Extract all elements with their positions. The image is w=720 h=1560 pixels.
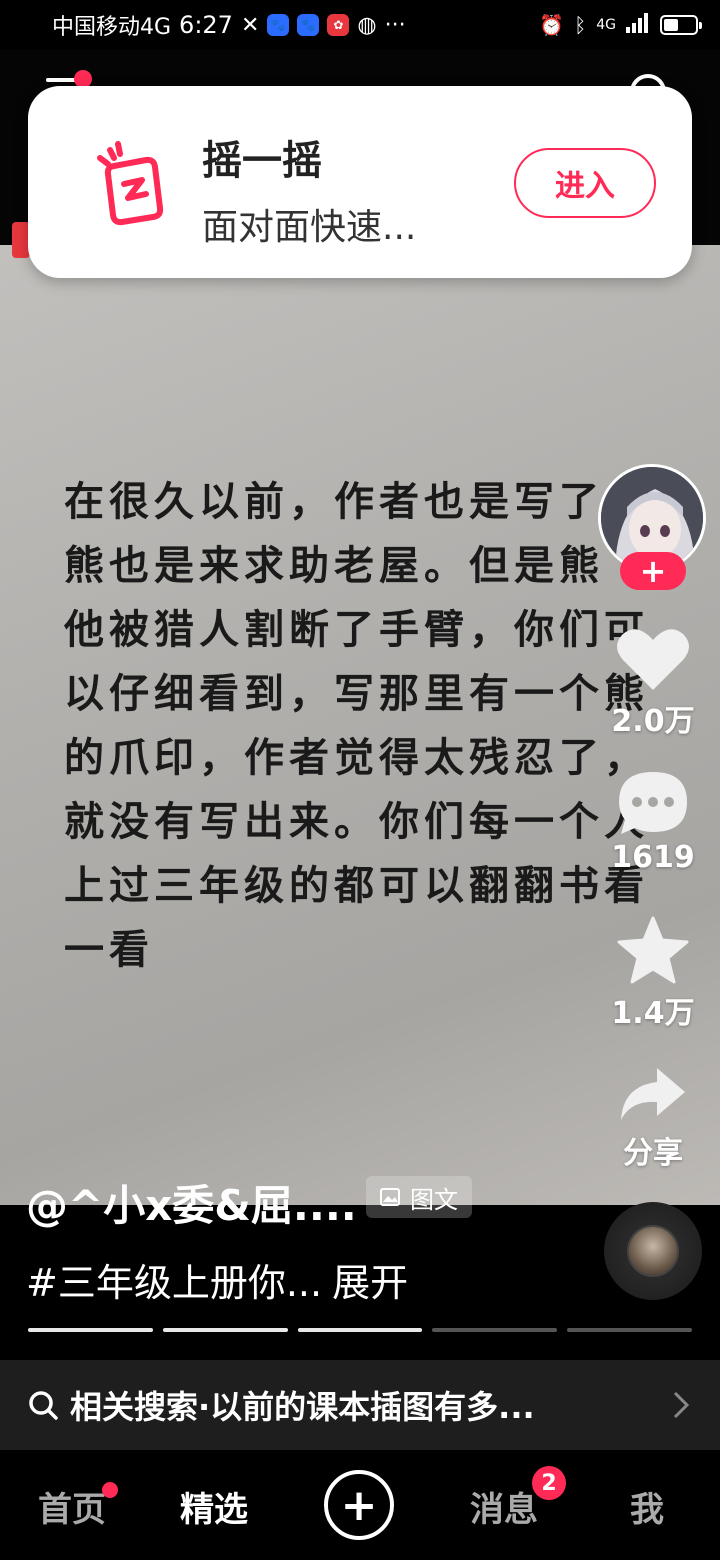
shake-banner[interactable]: 摇一摇 面对面快速... 进入 — [28, 86, 692, 278]
banner-subtitle: 面对面快速... — [202, 207, 417, 248]
star-icon — [617, 916, 689, 984]
image-progress — [28, 1328, 692, 1332]
image-icon — [380, 1188, 400, 1206]
progress-segment — [162, 1328, 288, 1332]
baidu-icon: 🐾 — [267, 14, 290, 36]
caption-text: #三年级上册你... — [26, 1261, 323, 1305]
comment-count: 1619 — [611, 840, 695, 875]
carrier-label: 中国移动4G — [52, 15, 172, 40]
banner-title: 摇一摇 — [202, 138, 322, 184]
image-text-tag: 图文 — [366, 1176, 472, 1218]
favorite-count: 1.4万 — [611, 996, 695, 1031]
related-search-bar[interactable]: 相关搜索·以前的课本插图有多... — [0, 1360, 720, 1450]
comment-icon — [619, 772, 687, 834]
bluetooth-icon: ᛒ — [574, 13, 587, 37]
author-name[interactable]: @^小x委&屈.... — [26, 1172, 357, 1233]
bottom-nav: 首页 精选 + 消息 2 我 — [0, 1452, 720, 1560]
nav-home[interactable]: 首页 — [38, 1482, 106, 1531]
home-notification-dot — [102, 1482, 118, 1498]
status-time: 6:27 — [179, 11, 233, 39]
heart-icon — [617, 629, 689, 690]
favorite-action[interactable]: 1.4万 — [608, 916, 698, 1032]
baidu-icon-2: 🐾 — [297, 14, 320, 36]
image-text-tag-label: 图文 — [410, 1185, 458, 1214]
post-caption[interactable]: #三年级上册你... 展开 — [26, 1252, 408, 1307]
handwritten-note-text: 在很久以前，作者也是写了 熊也是来求助老屋。但是熊 他被猎人割断了手臂，你们可 … — [64, 479, 649, 973]
wechat-icon: ◍ — [357, 12, 377, 38]
expand-link[interactable]: 展开 — [332, 1261, 408, 1305]
progress-segment — [567, 1328, 692, 1332]
like-count: 2.0万 — [611, 704, 695, 739]
comment-action[interactable]: 1619 — [608, 770, 698, 875]
huawei-icon: ✿ — [327, 14, 350, 36]
chevron-right-icon — [673, 1391, 690, 1419]
messages-badge: 2 — [532, 1466, 566, 1500]
music-disc[interactable] — [604, 1202, 702, 1300]
battery-icon — [660, 15, 702, 35]
progress-segment — [432, 1328, 558, 1332]
enter-button[interactable]: 进入 — [514, 148, 656, 218]
related-search-text: 相关搜索·以前的课本插图有多... — [70, 1388, 535, 1426]
share-action[interactable]: 分享 — [608, 1064, 698, 1172]
missed-call-icon: ✕ — [240, 12, 260, 38]
network-label: 4G — [596, 17, 616, 33]
alarm-icon: ⏰ — [539, 13, 565, 37]
share-label: 分享 — [623, 1136, 683, 1171]
progress-segment — [28, 1328, 153, 1332]
create-post-button[interactable]: + — [324, 1470, 394, 1540]
progress-segment — [297, 1328, 423, 1332]
like-action[interactable]: 2.0万 — [608, 624, 698, 740]
status-bar: 中国移动4G 6:27 ✕ 🐾 🐾 ✿ ◍ ··· ⏰ ᛒ 4G — [0, 0, 720, 50]
shake-phone-icon — [97, 141, 164, 226]
follow-button[interactable]: + — [620, 552, 686, 590]
share-arrow-icon — [621, 1068, 685, 1120]
music-cover — [627, 1225, 679, 1277]
more-notifications: ··· — [384, 12, 406, 38]
menu-icon[interactable] — [46, 78, 76, 82]
nav-featured[interactable]: 精选 — [180, 1482, 248, 1531]
signal-icon — [626, 12, 650, 38]
app-screen: 中国移动4G 6:27 ✕ 🐾 🐾 ✿ ◍ ··· ⏰ ᛒ 4G 在很久以前，作… — [0, 0, 720, 1560]
nav-messages[interactable]: 消息 — [470, 1482, 538, 1531]
search-icon — [29, 1391, 58, 1420]
nav-me[interactable]: 我 — [630, 1482, 664, 1531]
